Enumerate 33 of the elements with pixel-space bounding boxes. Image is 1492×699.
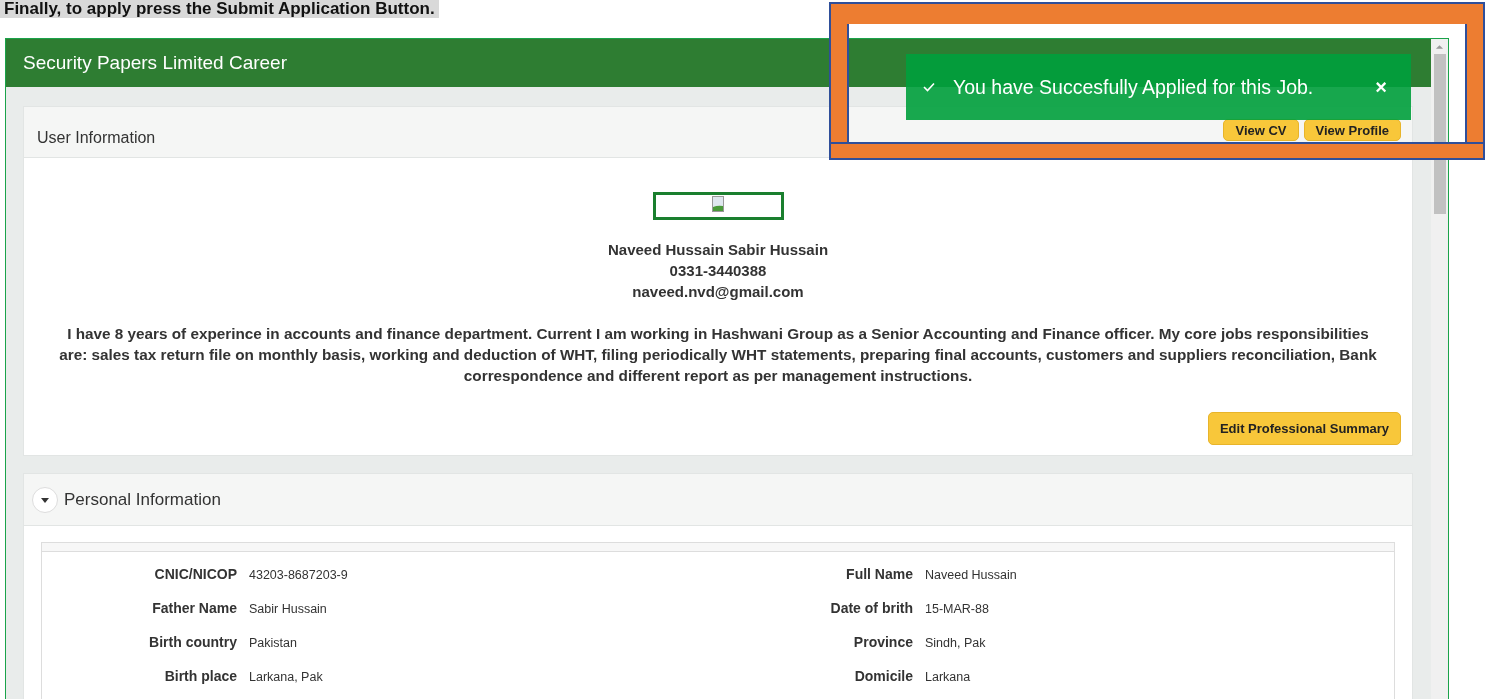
field-label: CNIC/NICOP	[153, 566, 237, 582]
field-label: Birth country	[148, 634, 237, 650]
field-value: Larkana, Pak	[249, 670, 323, 684]
user-phone: 0331-3440388	[669, 261, 767, 281]
edit-summary-button[interactable]: Edit Professional Summary	[1207, 412, 1401, 445]
card-title: User Information	[37, 129, 156, 147]
instruction-heading: Finally, to apply press the Submit Application Button.	[0, 0, 439, 18]
field-value: Pakistan	[249, 636, 297, 650]
close-button[interactable]: ×	[1371, 75, 1391, 99]
field-label: Date of brith	[829, 600, 913, 616]
professional-summary: I have 8 years of experince in accounts and finance department. Current I am working in Hashwani Group as a Senior Accounting and Finance officer. My core jobs responsibilities are: sales tax return file on monthly basis, working and deduction of WHT, filing periodically WHT statements, preparing final accounts, customers and suppliers reconciliation, Bank correspondence and different report as per management instructions.	[58, 324, 1378, 386]
field-label: Father Name	[151, 600, 237, 616]
card-title: Personal Information	[64, 489, 221, 510]
header-button[interactable]: View CV	[1223, 119, 1299, 141]
field-value: Sabir Hussain	[249, 602, 327, 616]
field-label: Full Name	[845, 566, 913, 582]
user-email: naveed.nvd@gmail.com	[632, 282, 804, 302]
scrollbar[interactable]	[1431, 39, 1448, 699]
toast-message: You have Succesfully Applied for this Job.	[953, 75, 1315, 99]
field-label: Province	[852, 634, 913, 650]
field-label: Domicile	[853, 668, 913, 684]
field-label: Birth place	[163, 668, 237, 684]
header-button[interactable]: View Profile	[1303, 119, 1401, 141]
expand-toggle[interactable]	[32, 486, 58, 513]
field-value: 15-MAR-88	[925, 602, 989, 616]
field-value: Larkana	[925, 670, 971, 684]
check-icon	[923, 82, 935, 92]
field-value: 43203-8687203-9	[249, 568, 348, 582]
broken-image-icon	[712, 196, 724, 212]
user-name: Naveed Hussain Sabir Hussain	[607, 240, 829, 260]
app-title: Security Papers Limited Career	[23, 52, 287, 74]
field-value: Sindh, Pak	[925, 636, 986, 650]
field-value: Naveed Hussain	[925, 568, 1017, 582]
